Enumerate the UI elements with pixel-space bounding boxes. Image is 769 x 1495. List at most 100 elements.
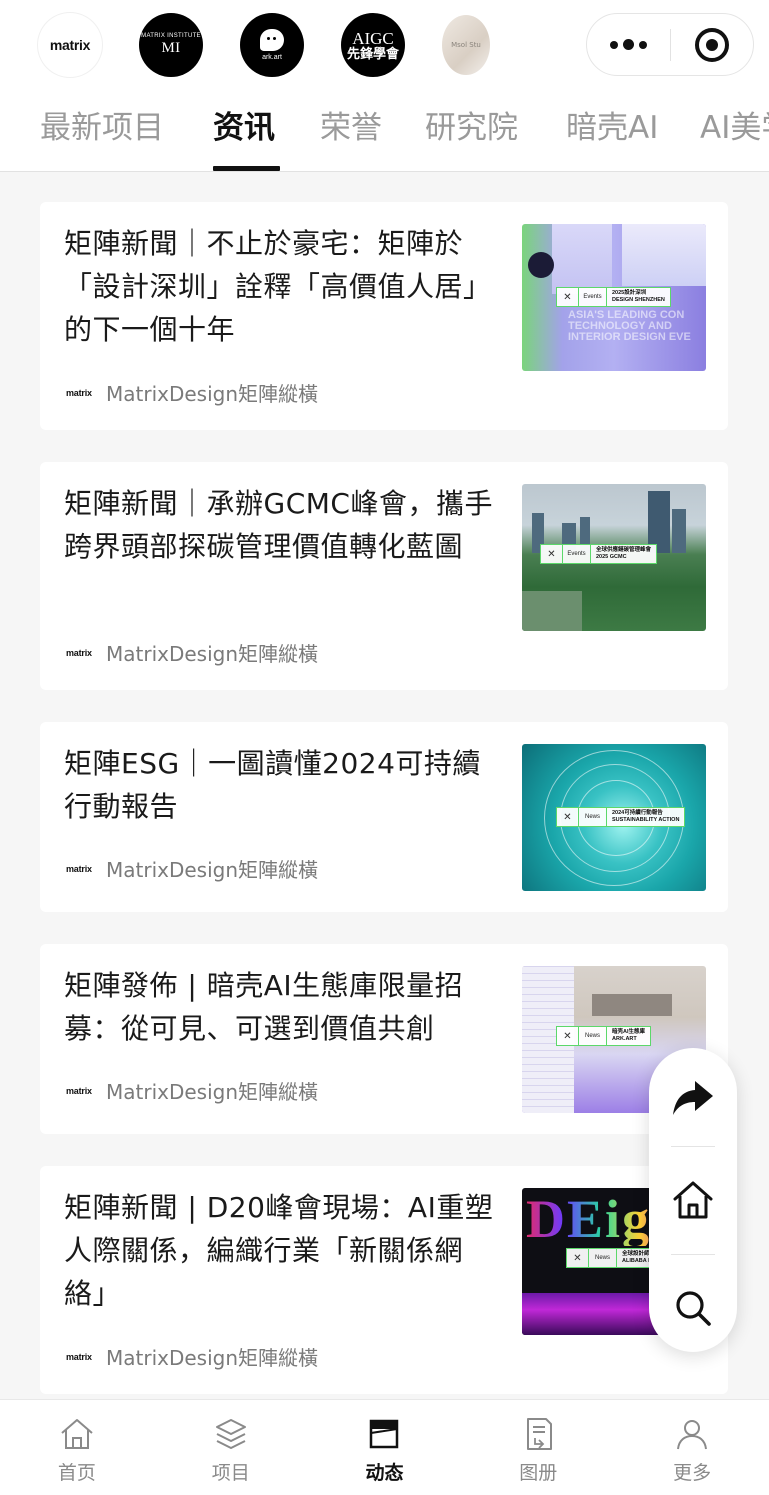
tab-news[interactable]: 资讯 [213, 108, 275, 148]
thumb-shape [552, 224, 612, 294]
nav-label: 首页 [57, 1462, 96, 1484]
article-source: matrix MatrixDesign矩陣縱橫 [66, 1342, 318, 1371]
badge-text-line: 2025設計深圳 [612, 290, 647, 296]
fab-divider [671, 1254, 715, 1255]
tab-ai-aesthetics[interactable]: AI美学 [700, 108, 769, 148]
article-thumbnail: ASIA'S LEADING CON TECHNOLOGY AND INTERI… [522, 224, 706, 371]
thumb-shape [592, 994, 672, 1016]
source-name: MatrixDesign矩陣縱橫 [106, 382, 319, 406]
article-card[interactable]: 矩陣新聞｜承辦GCMC峰會，攜手跨界頭部探碳管理價值轉化藍圖 matrix Ma… [40, 462, 728, 690]
source-logo: matrix [66, 647, 92, 658]
badge-type: News [579, 1027, 607, 1045]
user-icon [677, 1420, 708, 1450]
thumb-badge: ✕ News 暗壳AI生態庫 ARK.ART [556, 1026, 652, 1046]
home-button[interactable] [649, 1150, 737, 1250]
badge-text-line: 2025 GCMC [596, 554, 627, 560]
nav-item-projects[interactable]: 项目 [154, 1400, 308, 1495]
matrix-institute-logo[interactable]: MATRIX INSTITUTE MI [139, 13, 203, 77]
more-menu-button[interactable] [587, 14, 670, 75]
thumb-shape [622, 224, 706, 286]
aigc-logo[interactable]: AIGC 先鋒學會 [341, 13, 405, 77]
msol-studio-logo[interactable]: Msol Stu [442, 15, 490, 75]
badge-logo-icon: ✕ [557, 1027, 579, 1045]
badge-text: 暗壳AI生態庫 ARK.ART [607, 1029, 650, 1043]
source-name: MatrixDesign矩陣縱橫 [106, 858, 319, 882]
search-button[interactable] [649, 1258, 737, 1358]
article-card[interactable]: 矩陣ESG｜一圖讀懂2024可持續行動報告 matrix MatrixDesig… [40, 722, 728, 912]
badge-logo-icon: ✕ [567, 1249, 589, 1267]
home-icon [61, 1419, 93, 1449]
source-name: MatrixDesign矩陣縱橫 [106, 642, 319, 666]
tab-research-institute[interactable]: 研究院 [425, 108, 518, 148]
source-name: MatrixDesign矩陣縱橫 [106, 1346, 319, 1370]
nav-item-updates[interactable]: 动态 [308, 1400, 462, 1495]
target-icon [694, 27, 729, 62]
badge-logo-icon: ✕ [541, 545, 563, 563]
badge-type: Events [579, 288, 607, 306]
article-card[interactable]: 矩陣發佈 | 暗壳AI生態庫限量招募：從可見、可選到價值共創 matrix Ma… [40, 944, 728, 1134]
aigc-subtext: 先鋒學會 [346, 46, 399, 62]
nav-item-album[interactable]: 图册 [461, 1400, 615, 1495]
nav-item-more[interactable]: 更多 [615, 1400, 769, 1495]
badge-logo-icon: ✕ [557, 808, 579, 826]
thumb-shape [522, 591, 582, 631]
thumb-building [672, 509, 686, 553]
brand-logo-row: matrix MATRIX INSTITUTE MI ark.art AIGC … [38, 12, 490, 78]
matrix-logo[interactable]: matrix [38, 13, 102, 77]
badge-text-line: 全球供應鏈碳管理峰會 [596, 547, 652, 553]
search-icon [676, 1291, 711, 1326]
fab-divider [671, 1146, 715, 1147]
badge-type: News [579, 808, 607, 826]
ark-art-text: ark.art [262, 54, 282, 61]
article-thumbnail: ✕ News 2024可持續行動報告 SUSTAINABILITY ACTION [522, 744, 706, 891]
close-miniprogram-button[interactable] [671, 14, 754, 75]
badge-text-line: 2024可持續行動報告 [612, 810, 663, 816]
badge-text: 2024可持續行動報告 SUSTAINABILITY ACTION [607, 810, 684, 824]
aigc-text: AIGC [352, 28, 394, 48]
article-source: matrix MatrixDesign矩陣縱橫 [66, 638, 318, 667]
source-name: MatrixDesign矩陣縱橫 [106, 1080, 319, 1104]
album-icon [527, 1418, 553, 1450]
miniprogram-capsule [586, 13, 754, 76]
floating-action-bar [649, 1048, 737, 1352]
badge-text-line: SUSTAINABILITY ACTION [612, 817, 680, 823]
share-button[interactable] [649, 1048, 737, 1148]
thumb-shape [528, 252, 554, 278]
badge-text-line: ARK.ART [612, 1036, 637, 1042]
nav-label: 项目 [211, 1462, 250, 1484]
source-logo: matrix [66, 1085, 92, 1096]
badge-text: 2025設計深圳 DESIGN SHENZHEN [607, 290, 670, 304]
more-dots-icon [609, 39, 647, 50]
category-tabs: 最新项目 资讯 荣誉 研究院 暗壳AI AI美学 [0, 100, 769, 172]
nav-label: 更多 [673, 1462, 712, 1484]
article-source: matrix MatrixDesign矩陣縱橫 [66, 854, 318, 883]
ark-art-logo[interactable]: ark.art [240, 13, 304, 77]
article-source: matrix MatrixDesign矩陣縱橫 [66, 1076, 318, 1105]
source-logo: matrix [66, 1351, 92, 1362]
nav-label: 图册 [519, 1462, 558, 1484]
article-card[interactable]: 矩陣新聞｜不止於豪宅：矩陣於「設計深圳」詮釋「高價值人居」的下一個十年 matr… [40, 202, 728, 430]
matrix-logo-text: matrix [49, 37, 91, 53]
aigc-mark: AIGC 先鋒學會 [347, 30, 399, 61]
badge-type: Events [563, 545, 591, 563]
matrix-institute-mark: MATRIX INSTITUTE MI [141, 33, 201, 57]
badge-text-line: 暗壳AI生態庫 [612, 1029, 646, 1035]
thumb-overlay-text: ASIA'S LEADING CON TECHNOLOGY AND INTERI… [568, 309, 691, 343]
article-title: 矩陣新聞｜不止於豪宅：矩陣於「設計深圳」詮釋「高價值人居」的下一個十年 [64, 227, 492, 346]
tab-ark-ai[interactable]: 暗壳AI [566, 108, 658, 148]
article-title: 矩陣新聞 | D20峰會現場：AI重塑人際關係，編織行業「新關係網絡」 [64, 1191, 494, 1310]
thumb-badge: ✕ Events 2025設計深圳 DESIGN SHENZHEN [556, 287, 671, 307]
tab-latest-projects[interactable]: 最新项目 [40, 108, 164, 148]
article-card[interactable]: 矩陣新聞 | D20峰會現場：AI重塑人際關係，編織行業「新關係網絡」 matr… [40, 1166, 728, 1394]
thumb-badge: ✕ News 2024可持續行動報告 SUSTAINABILITY ACTION [556, 807, 686, 827]
thumb-badge: ✕ Events 全球供應鏈碳管理峰會 2025 GCMC [540, 544, 658, 564]
ark-bubble-icon [260, 29, 284, 51]
top-header: matrix MATRIX INSTITUTE MI ark.art AIGC … [0, 0, 769, 172]
source-logo: matrix [66, 863, 92, 874]
nav-item-home[interactable]: 首页 [0, 1400, 154, 1495]
msol-logo-text: Msol Stu [451, 41, 481, 49]
home-icon [673, 1181, 713, 1219]
badge-text-line: DESIGN SHENZHEN [612, 297, 665, 303]
article-title: 矩陣發佈 | 暗壳AI生態庫限量招募：從可見、可選到價值共創 [64, 969, 464, 1045]
tab-honors[interactable]: 荣誉 [320, 108, 382, 148]
